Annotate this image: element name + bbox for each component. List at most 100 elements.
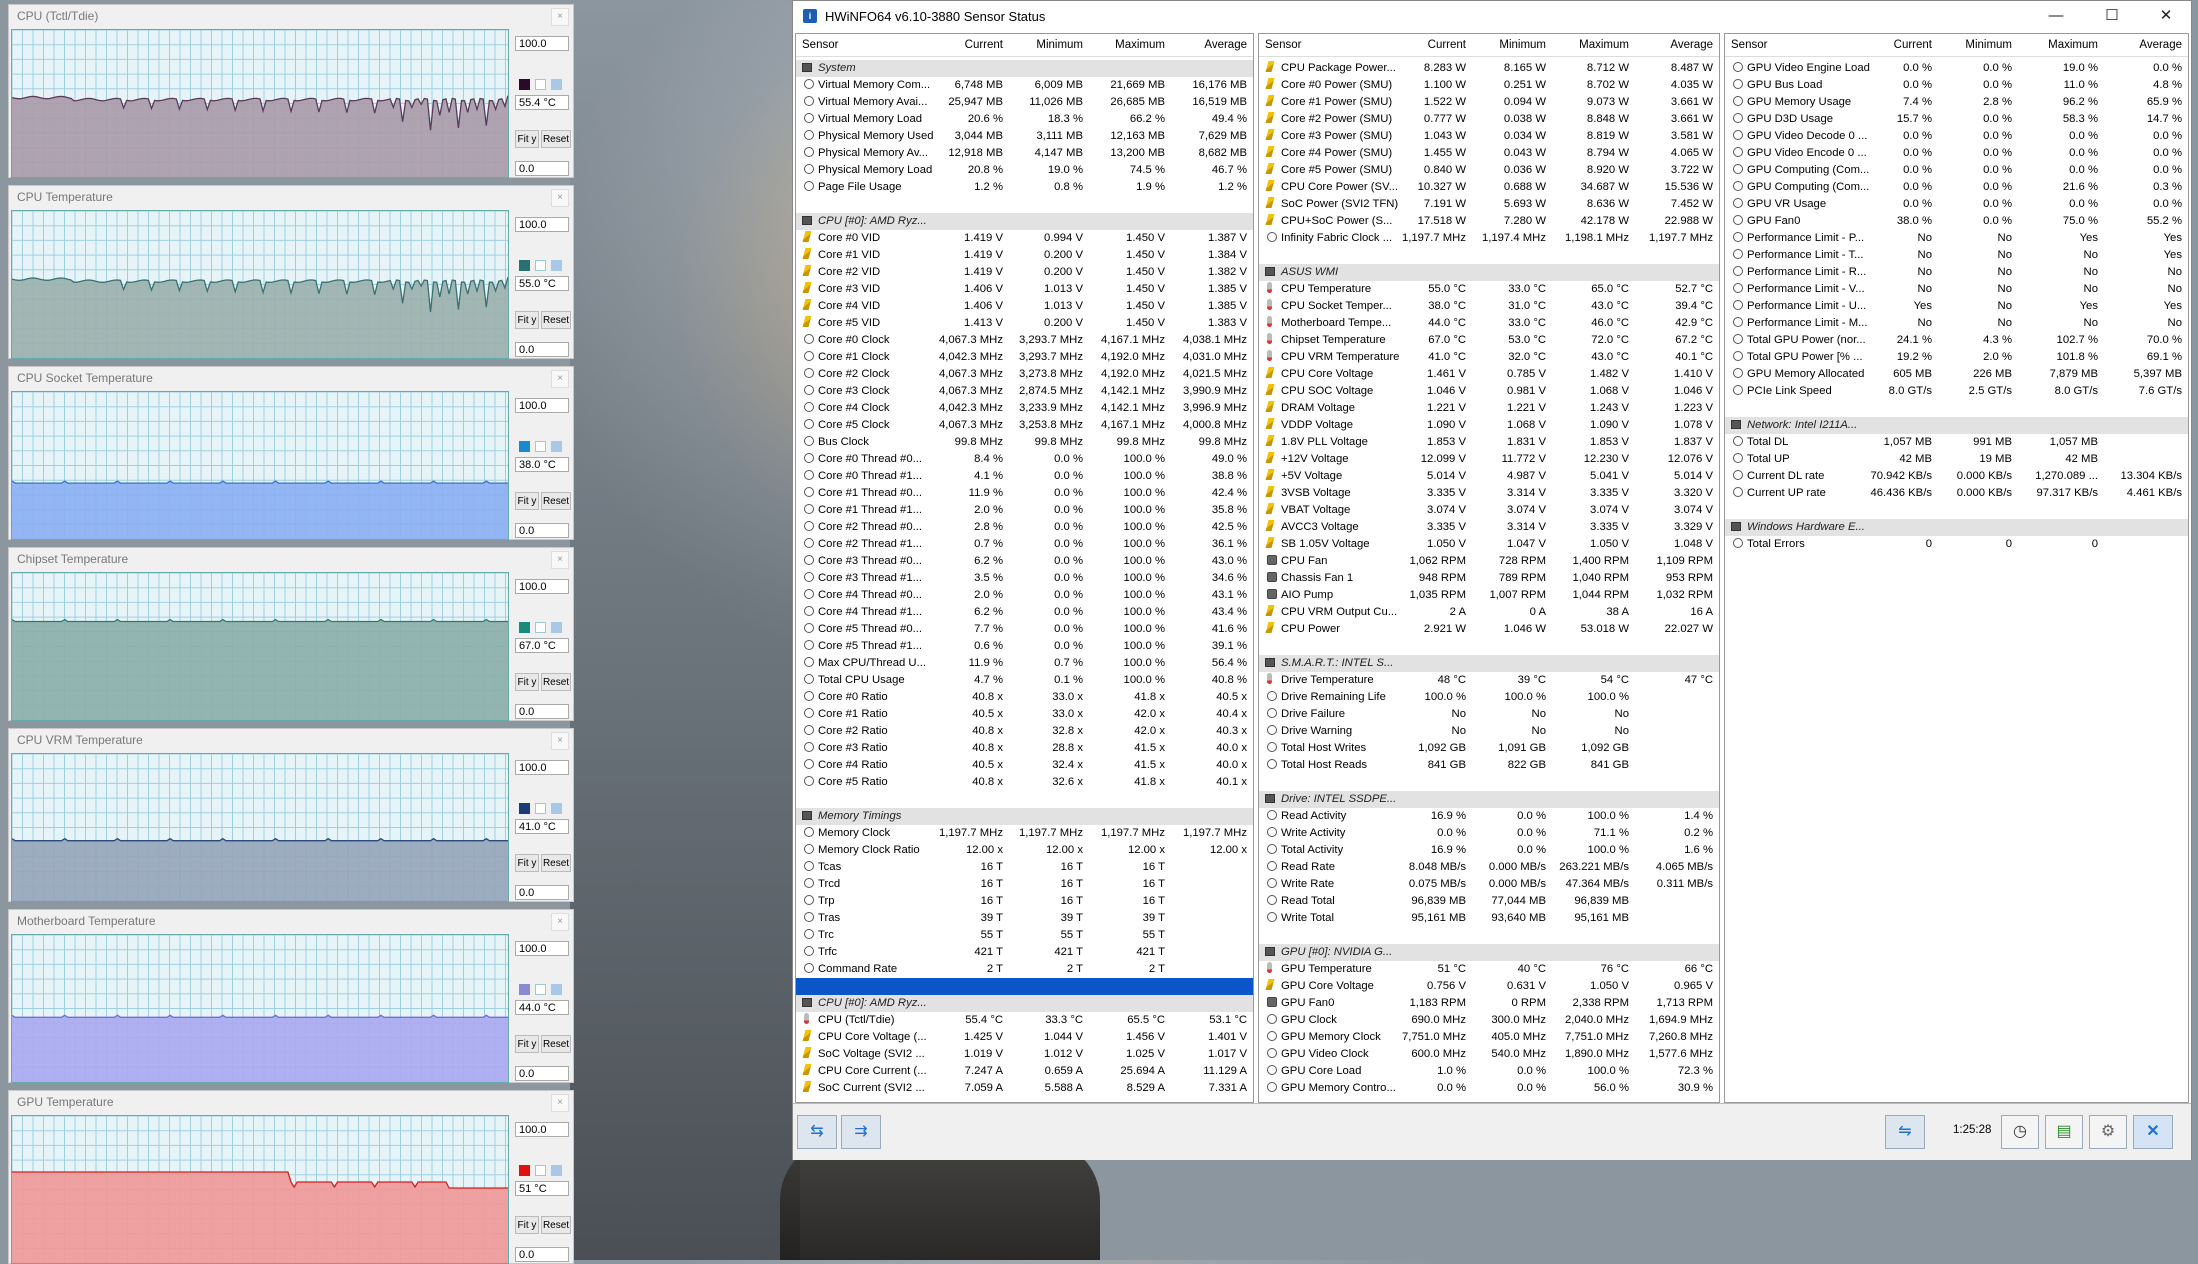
graph-window[interactable]: CPU (Tctl/Tdie) × 100.0 55.4 °C Fit y Reset 0.… [8,4,574,178]
selected-row[interactable] [796,978,1253,995]
sensor-row[interactable]: Core #3 Clock 4,067.3 MHz 2,874.5 MHz 4,142… [796,383,1253,400]
sensor-row[interactable]: GPU Video Engine Load 0.0 % 0.0 % 19.0 % 0.0… [1725,60,2188,77]
fit-y-button[interactable]: Fit y [515,492,539,510]
sensor-row[interactable]: CPU Core Voltage 1.461 V 0.785 V 1.482 V 1.4… [1259,366,1719,383]
sensor-row[interactable]: Core #3 Thread #1... 3.5 % 0.0 % 100.0 % 34.… [796,570,1253,587]
sensor-row[interactable]: CPU SOC Voltage 1.046 V 0.981 V 1.068 V 1.04… [1259,383,1719,400]
sensor-row[interactable]: Virtual Memory Avai... 25,947 MB 11,026 MB… [796,94,1253,111]
fit-y-button[interactable]: Fit y [515,130,539,148]
sensor-row[interactable]: Physical Memory Load 20.8 % 19.0 % 74.5 % 46… [796,162,1253,179]
graph-close-icon[interactable]: × [551,1094,569,1112]
clock-icon[interactable]: ◷ [2001,1115,2039,1149]
sensor-row[interactable]: Tras 39 T 39 T 39 T [796,910,1253,927]
sensor-group-header[interactable]: GPU [#0]: NVIDIA G... [1259,944,1719,961]
sensor-row[interactable]: CPU VRM Temperature 41.0 °C 32.0 °C 43.0 °C… [1259,349,1719,366]
sensor-row[interactable]: Core #3 Ratio 40.8 x 28.8 x 41.5 x 40.0 x [796,740,1253,757]
reset-button[interactable]: Reset [541,311,571,329]
fit-y-button[interactable]: Fit y [515,1216,539,1234]
graph-color-swatch[interactable] [519,803,530,814]
graph-max-field[interactable]: 100.0 [515,398,569,413]
navigate-right-icon[interactable]: ⇉ [841,1115,881,1149]
sensor-row[interactable]: Core #5 Ratio 40.8 x 32.6 x 41.8 x 40.1 x [796,774,1253,791]
graph-grid-swatch[interactable] [551,79,562,90]
sensor-row[interactable]: GPU Core Voltage 0.756 V 0.631 V 1.050 V 0.9… [1259,978,1719,995]
sensor-row[interactable]: Core #3 VID 1.406 V 1.013 V 1.450 V 1.385 V [796,281,1253,298]
sensor-row[interactable]: Core #5 VID 1.413 V 0.200 V 1.450 V 1.383 V [796,315,1253,332]
report-icon[interactable]: ▤ [2045,1115,2083,1149]
header-current[interactable]: Current [1894,34,1932,56]
header-maximum[interactable]: Maximum [1115,34,1165,56]
sensor-row[interactable]: Read Rate 8.048 MB/s 0.000 MB/s 263.221 MB/… [1259,859,1719,876]
sensor-row[interactable]: +5V Voltage 5.014 V 4.987 V 5.041 V 5.014 V [1259,468,1719,485]
sensor-row[interactable]: Core #4 Ratio 40.5 x 32.4 x 41.5 x 40.0 x [796,757,1253,774]
header-maximum[interactable]: Maximum [1579,34,1629,56]
sensor-row[interactable]: Total GPU Power [% ... 19.2 % 2.0 % 101.8 %… [1725,349,2188,366]
sensor-row[interactable]: Performance Limit - M... No No No No [1725,315,2188,332]
graph-close-icon[interactable]: × [551,8,569,26]
sensor-row[interactable]: Total Activity 16.9 % 0.0 % 100.0 % 1.6 % [1259,842,1719,859]
sensor-row[interactable]: Chipset Temperature 67.0 °C 53.0 °C 72.0 °C… [1259,332,1719,349]
sensor-row[interactable]: Write Rate 0.075 MB/s 0.000 MB/s 47.364 MB/… [1259,876,1719,893]
graph-color-swatch[interactable] [519,260,530,271]
sensor-row[interactable]: Total Host Reads 841 GB 822 GB 841 GB [1259,757,1719,774]
sensor-row[interactable]: GPU Computing (Com... 0.0 % 0.0 % 0.0 % 0.0 … [1725,162,2188,179]
sensor-row[interactable]: Core #1 Thread #1... 2.0 % 0.0 % 100.0 % 35.… [796,502,1253,519]
sensor-row[interactable]: GPU Bus Load 0.0 % 0.0 % 11.0 % 4.8 % [1725,77,2188,94]
sensor-row[interactable]: Core #1 VID 1.419 V 0.200 V 1.450 V 1.384 V [796,247,1253,264]
graph-close-icon[interactable]: × [551,913,569,931]
sensor-row[interactable]: Drive Failure No No No [1259,706,1719,723]
sensor-row[interactable]: Drive Warning No No No [1259,723,1719,740]
settings-gear-icon[interactable]: ⚙ [2089,1115,2127,1149]
sensor-row[interactable]: Core #1 Clock 4,042.3 MHz 3,293.7 MHz 4,192… [796,349,1253,366]
sensor-row[interactable]: SoC Voltage (SVI2 ... 1.019 V 1.012 V 1.025… [796,1046,1253,1063]
sensor-row[interactable]: Command Rate 2 T 2 T 2 T [796,961,1253,978]
sensor-row[interactable]: CPU Socket Temper... 38.0 °C 31.0 °C 43.0 °… [1259,298,1719,315]
sensor-row[interactable]: Physical Memory Av... 12,918 MB 4,147 MB 13… [796,145,1253,162]
graph-bg-swatch[interactable] [535,803,546,814]
reset-button[interactable]: Reset [541,130,571,148]
sensor-row[interactable]: Core #5 Thread #1... 0.6 % 0.0 % 100.0 % 39.… [796,638,1253,655]
sensor-row[interactable]: Core #4 VID 1.406 V 1.013 V 1.450 V 1.385 V [796,298,1253,315]
sensor-row[interactable]: Trcd 16 T 16 T 16 T [796,876,1253,893]
close-sensors-icon[interactable]: ✕ [2133,1115,2173,1149]
sensor-row[interactable]: SB 1.05V Voltage 1.050 V 1.047 V 1.050 V 1.0… [1259,536,1719,553]
sensor-row[interactable]: 3VSB Voltage 3.335 V 3.314 V 3.335 V 3.320 V [1259,485,1719,502]
header-sensor[interactable]: Sensor [1265,34,1301,56]
header-minimum[interactable]: Minimum [1965,34,2012,56]
sensor-row[interactable]: GPU Fan0 38.0 % 0.0 % 75.0 % 55.2 % [1725,213,2188,230]
graph-max-field[interactable]: 100.0 [515,579,569,594]
graph-bg-swatch[interactable] [535,260,546,271]
header-current[interactable]: Current [1428,34,1466,56]
graph-window[interactable]: Motherboard Temperature × 100.0 44.0 °C Fit … [8,909,574,1083]
fit-y-button[interactable]: Fit y [515,673,539,691]
network-icon[interactable]: ⇋ [1885,1115,1925,1149]
sensor-panel-2[interactable]: Sensor Current Minimum Maximum Average CPU Pa… [1258,33,1720,1103]
sensor-row[interactable]: CPU Core Power (SV... 10.327 W 0.688 W 34.6… [1259,179,1719,196]
sensor-row[interactable]: Core #2 VID 1.419 V 0.200 V 1.450 V 1.382 V [796,264,1253,281]
title-bar[interactable]: i HWiNFO64 v6.10-3880 Sensor Status — ☐ … [793,1,2191,32]
graph-grid-swatch[interactable] [551,622,562,633]
sensor-group-header[interactable]: Windows Hardware E... [1725,519,2188,536]
reset-button[interactable]: Reset [541,1035,571,1053]
graph-max-field[interactable]: 100.0 [515,941,569,956]
sensor-row[interactable]: Core #5 Thread #0... 7.7 % 0.0 % 100.0 % 41.… [796,621,1253,638]
sensor-row[interactable]: Performance Limit - R... No No No No [1725,264,2188,281]
header-average[interactable]: Average [1204,34,1247,56]
sensor-row[interactable]: GPU Clock 690.0 MHz 300.0 MHz 2,040.0 MHz 1,… [1259,1012,1719,1029]
graph-close-icon[interactable]: × [551,551,569,569]
header-sensor[interactable]: Sensor [802,34,838,56]
sensor-row[interactable]: Core #3 Thread #0... 6.2 % 0.0 % 100.0 % 43.… [796,553,1253,570]
graph-min-field[interactable]: 0.0 [515,523,569,538]
graph-grid-swatch[interactable] [551,984,562,995]
sensor-row[interactable]: CPU Fan 1,062 RPM 728 RPM 1,400 RPM 1,109 RP… [1259,553,1719,570]
header-average[interactable]: Average [2139,34,2182,56]
header-minimum[interactable]: Minimum [1036,34,1083,56]
sensor-row[interactable]: Page File Usage 1.2 % 0.8 % 1.9 % 1.2 % [796,179,1253,196]
graph-bg-swatch[interactable] [535,441,546,452]
graph-color-swatch[interactable] [519,984,530,995]
sensor-row[interactable]: Core #1 Ratio 40.5 x 33.0 x 42.0 x 40.4 x [796,706,1253,723]
graph-close-icon[interactable]: × [551,370,569,388]
sensor-panel-1[interactable]: Sensor Current Minimum Maximum Average System… [795,33,1254,1103]
graph-window[interactable]: CPU Temperature × 100.0 55.0 °C Fit y Reset 0.… [8,185,574,359]
sensor-row[interactable]: Core #0 VID 1.419 V 0.994 V 1.450 V 1.387 V [796,230,1253,247]
